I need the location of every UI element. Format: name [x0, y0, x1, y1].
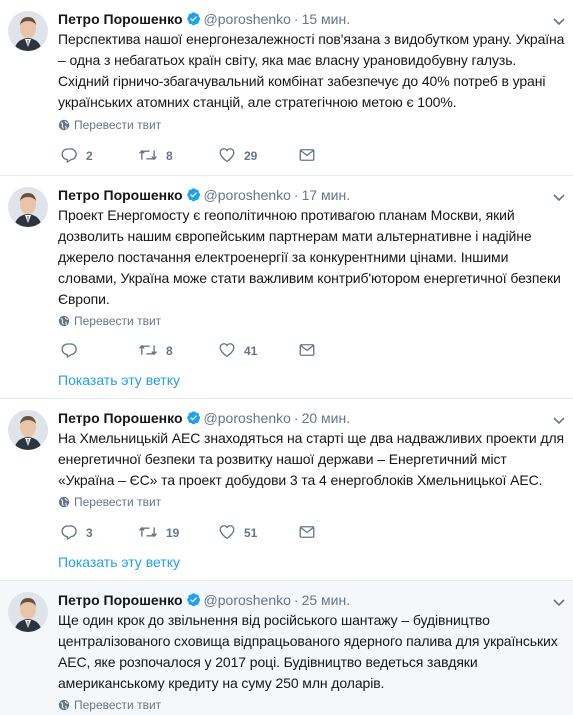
timestamp[interactable]: 17 мин. — [302, 187, 351, 203]
direct-message-button[interactable] — [298, 146, 316, 166]
translate-link[interactable]: Перевести твит — [58, 313, 161, 329]
author-handle[interactable]: @poroshenko — [204, 187, 291, 203]
direct-message-button[interactable] — [298, 341, 316, 361]
heart-icon — [218, 341, 236, 362]
avatar[interactable] — [8, 592, 48, 632]
timestamp[interactable]: 15 мин. — [302, 11, 351, 27]
retweet-icon — [138, 146, 158, 167]
retweet-icon — [138, 341, 158, 362]
reply-button[interactable]: 2 — [60, 146, 93, 166]
translate-link[interactable]: Перевести твит — [58, 117, 161, 133]
reply-icon — [60, 341, 78, 362]
like-button[interactable]: 51 — [218, 523, 257, 543]
tweet[interactable]: Петро Порошенко @poroshenko · 17 мин. Проек… — [0, 176, 573, 399]
tweet-text: Проект Енергомосту є геополітичною проти… — [58, 207, 561, 307]
tweet-text: Перспектива нашої енергонезалежності пов… — [58, 31, 565, 110]
retweet-button[interactable]: 8 — [138, 146, 173, 166]
tweet-actions: 8 41 — [58, 341, 358, 361]
reply-count: 2 — [86, 149, 93, 163]
tweet-text: На Хмельницькій АЕС знаходяться на старт… — [58, 430, 565, 488]
tweet[interactable]: Петро Порошенко @poroshenko · 15 мин. Персп… — [0, 0, 573, 176]
like-button[interactable]: 29 — [218, 146, 257, 166]
separator: · — [293, 410, 299, 426]
like-count: 29 — [244, 149, 258, 163]
author-name[interactable]: Петро Порошенко — [58, 592, 183, 608]
author-name[interactable]: Петро Порошенко — [58, 187, 183, 203]
retweet-button[interactable]: 8 — [138, 341, 173, 361]
author-name[interactable]: Петро Порошенко — [58, 11, 183, 27]
globe-icon — [58, 118, 74, 132]
retweet-icon — [138, 523, 158, 544]
reply-icon — [60, 146, 78, 167]
author-handle[interactable]: @poroshenko — [204, 592, 291, 608]
direct-message-icon — [298, 341, 316, 362]
avatar[interactable] — [8, 410, 48, 450]
retweet-count: 19 — [166, 526, 180, 540]
direct-message-icon — [298, 523, 316, 544]
translate-link[interactable]: Перевести твит — [58, 697, 161, 713]
author-handle[interactable]: @poroshenko — [204, 11, 291, 27]
globe-icon — [58, 495, 74, 509]
author-handle[interactable]: @poroshenko — [204, 410, 291, 426]
translate-label: Перевести твит — [74, 698, 162, 712]
verified-badge-icon — [186, 592, 201, 611]
reply-button[interactable]: 3 — [60, 523, 93, 543]
verified-badge-icon — [186, 410, 201, 429]
direct-message-icon — [298, 146, 316, 167]
retweet-count: 8 — [166, 149, 173, 163]
reply-button[interactable] — [60, 341, 78, 361]
separator: · — [293, 187, 299, 203]
separator: · — [293, 592, 299, 608]
globe-icon — [58, 698, 74, 712]
tweet[interactable]: Петро Порошенко @poroshenko · 25 мин. Ще од… — [0, 581, 573, 715]
translate-label: Перевести твит — [74, 314, 162, 328]
timeline: Петро Порошенко @poroshenko · 15 мин. Персп… — [0, 0, 573, 715]
retweet-count: 8 — [166, 344, 173, 358]
separator: · — [293, 11, 299, 27]
timestamp[interactable]: 25 мин. — [302, 592, 351, 608]
heart-icon — [218, 146, 236, 167]
tweet-actions: 2 8 29 — [58, 146, 358, 166]
retweet-button[interactable]: 19 — [138, 523, 179, 543]
translate-label: Перевести твит — [74, 495, 162, 509]
tweet-actions: 3 19 51 — [58, 523, 358, 543]
show-thread-link[interactable]: Показать эту ветку — [58, 553, 180, 571]
like-count: 41 — [244, 344, 258, 358]
show-thread-link[interactable]: Показать эту ветку — [58, 371, 180, 389]
verified-badge-icon — [186, 187, 201, 206]
avatar[interactable] — [8, 11, 48, 51]
translate-link[interactable]: Перевести твит — [58, 494, 161, 510]
tweet[interactable]: Петро Порошенко @poroshenko · 20 мин. На Хм… — [0, 399, 573, 581]
like-button[interactable]: 41 — [218, 341, 257, 361]
reply-icon — [60, 523, 78, 544]
verified-badge-icon — [186, 11, 201, 30]
timestamp[interactable]: 20 мин. — [302, 410, 351, 426]
like-count: 51 — [244, 526, 258, 540]
direct-message-button[interactable] — [298, 523, 316, 543]
translate-label: Перевести твит — [74, 118, 162, 132]
reply-count: 3 — [86, 526, 93, 540]
avatar[interactable] — [8, 187, 48, 227]
tweet-text: Ще один крок до звільнення від російсько… — [58, 612, 558, 691]
globe-icon — [58, 314, 74, 328]
author-name[interactable]: Петро Порошенко — [58, 410, 183, 426]
heart-icon — [218, 523, 236, 544]
